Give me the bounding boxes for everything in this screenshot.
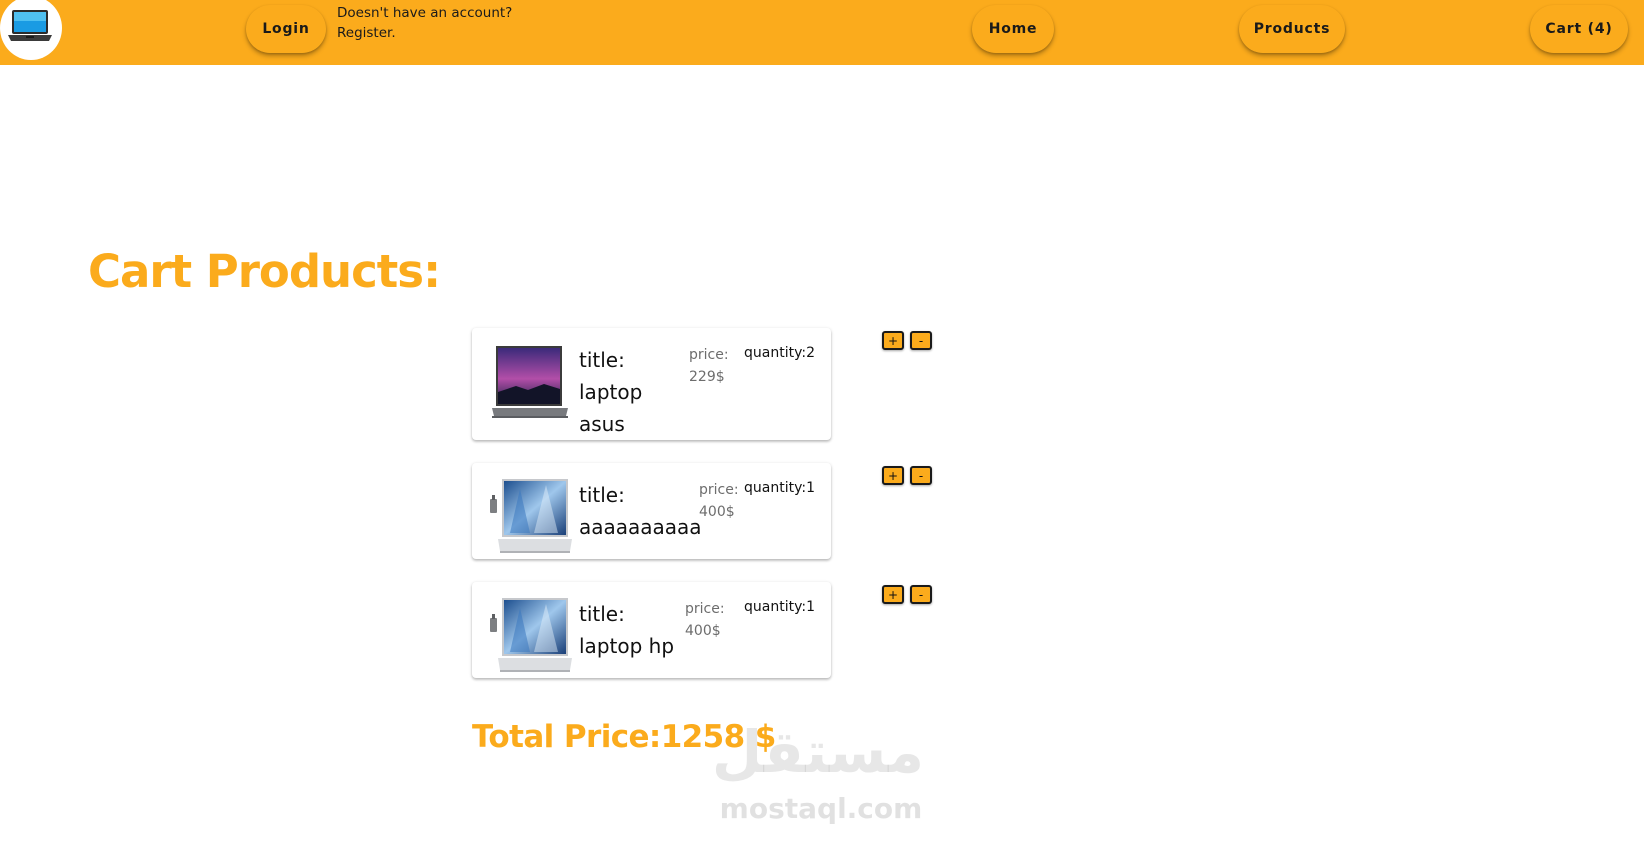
decrease-quantity-button[interactable]: - — [910, 331, 932, 350]
item-price: price: 400$ — [685, 598, 725, 642]
cart-item-card: title: laptop hp price: 400$ quantity:1 — [472, 582, 831, 678]
laptop-icon — [8, 10, 52, 41]
laptop-hp-image — [490, 598, 572, 672]
item-title: title: laptop hp — [579, 598, 674, 662]
price-value: 229$ — [689, 369, 725, 385]
nav-products-button[interactable]: Products — [1239, 5, 1345, 53]
increase-quantity-button[interactable]: + — [882, 585, 904, 604]
title-word: laptop hp — [579, 634, 675, 658]
item-price: price: 400$ — [699, 479, 739, 523]
decrease-quantity-button[interactable]: - — [910, 466, 932, 485]
watermark-logo: مستقل mostaql.com — [712, 718, 924, 828]
title-prefix: title: — [579, 348, 625, 372]
item-title: title: laptop asus — [579, 344, 642, 440]
title-word: asus — [579, 412, 625, 436]
item-title: title: aaaaaaaaaa — [579, 479, 702, 543]
price-label: price: — [699, 482, 739, 498]
price-value: 400$ — [699, 504, 735, 520]
item-quantity: quantity:1 — [744, 599, 815, 615]
page-title: Cart Products: — [88, 245, 441, 298]
price-label: price: — [685, 601, 725, 617]
laptop-asus-image — [492, 346, 568, 418]
cart-item-card: title: aaaaaaaaaa price: 400$ quantity:1 — [472, 463, 831, 559]
register-prompt-line1: Doesn't have an account? — [337, 5, 513, 21]
laptop-hp-image — [490, 479, 572, 553]
site-logo[interactable] — [0, 0, 62, 60]
increase-quantity-button[interactable]: + — [882, 466, 904, 485]
price-label: price: — [689, 347, 729, 363]
title-word: aaaaaaaaaa — [579, 515, 702, 539]
title-prefix: title: — [579, 483, 625, 507]
title-word: laptop — [579, 380, 643, 404]
decrease-quantity-button[interactable]: - — [910, 585, 932, 604]
register-link[interactable]: Register. — [337, 23, 512, 43]
item-quantity: quantity:2 — [744, 345, 815, 361]
item-price: price: 229$ — [689, 344, 729, 388]
top-navbar: Login Doesn't have an account? Register.… — [0, 0, 1644, 65]
register-prompt[interactable]: Doesn't have an account? Register. — [337, 3, 512, 43]
price-value: 400$ — [685, 623, 721, 639]
nav-cart-button[interactable]: Cart (4) — [1530, 5, 1628, 53]
item-quantity: quantity:1 — [744, 480, 815, 496]
increase-quantity-button[interactable]: + — [882, 331, 904, 350]
watermark-arabic-text: مستقل — [711, 718, 924, 786]
login-button[interactable]: Login — [246, 5, 326, 53]
watermark-latin-text: mostaql.com — [719, 792, 923, 825]
title-prefix: title: — [579, 602, 625, 626]
nav-home-button[interactable]: Home — [972, 5, 1054, 53]
cart-item-card: title: laptop asus price: 229$ quantity:… — [472, 328, 831, 440]
